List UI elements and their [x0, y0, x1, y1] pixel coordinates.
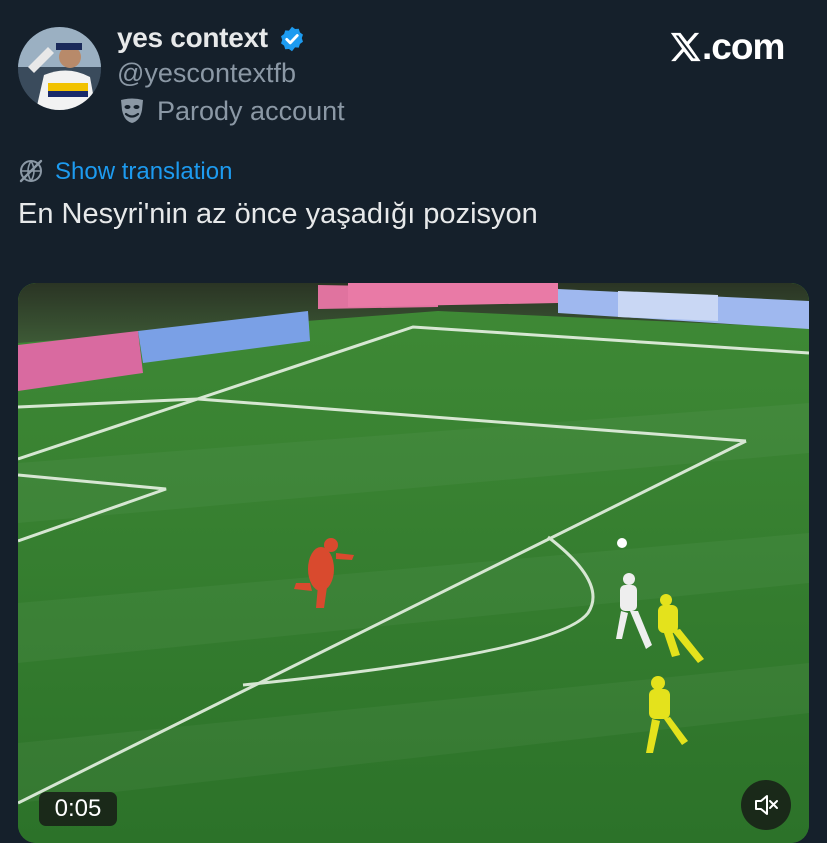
mute-speaker-icon: [755, 795, 778, 815]
parody-account-label: Parody account: [157, 96, 345, 126]
brand-domain-text: .com: [702, 26, 785, 67]
video-frame-image: [18, 283, 809, 843]
show-translation-link[interactable]: Show translation: [55, 158, 232, 186]
avatar-image: [18, 27, 101, 110]
author-avatar[interactable]: [18, 27, 101, 110]
x-logo-icon: [670, 32, 701, 62]
video-timer: 0:05: [39, 792, 117, 826]
mute-button[interactable]: [741, 780, 791, 830]
verified-badge-icon: [281, 26, 303, 52]
video-player[interactable]: 0:05: [18, 283, 809, 843]
x-brand: .com: [668, 26, 798, 70]
tweet-text: En Nesyri'nin az önce yaşadığı pozisyon: [18, 198, 538, 230]
author-display-name[interactable]: yes context: [117, 22, 268, 54]
translate-globe-icon: [19, 159, 43, 183]
author-handle[interactable]: @yescontextfb: [117, 58, 296, 89]
parody-mask-icon: [121, 98, 143, 123]
